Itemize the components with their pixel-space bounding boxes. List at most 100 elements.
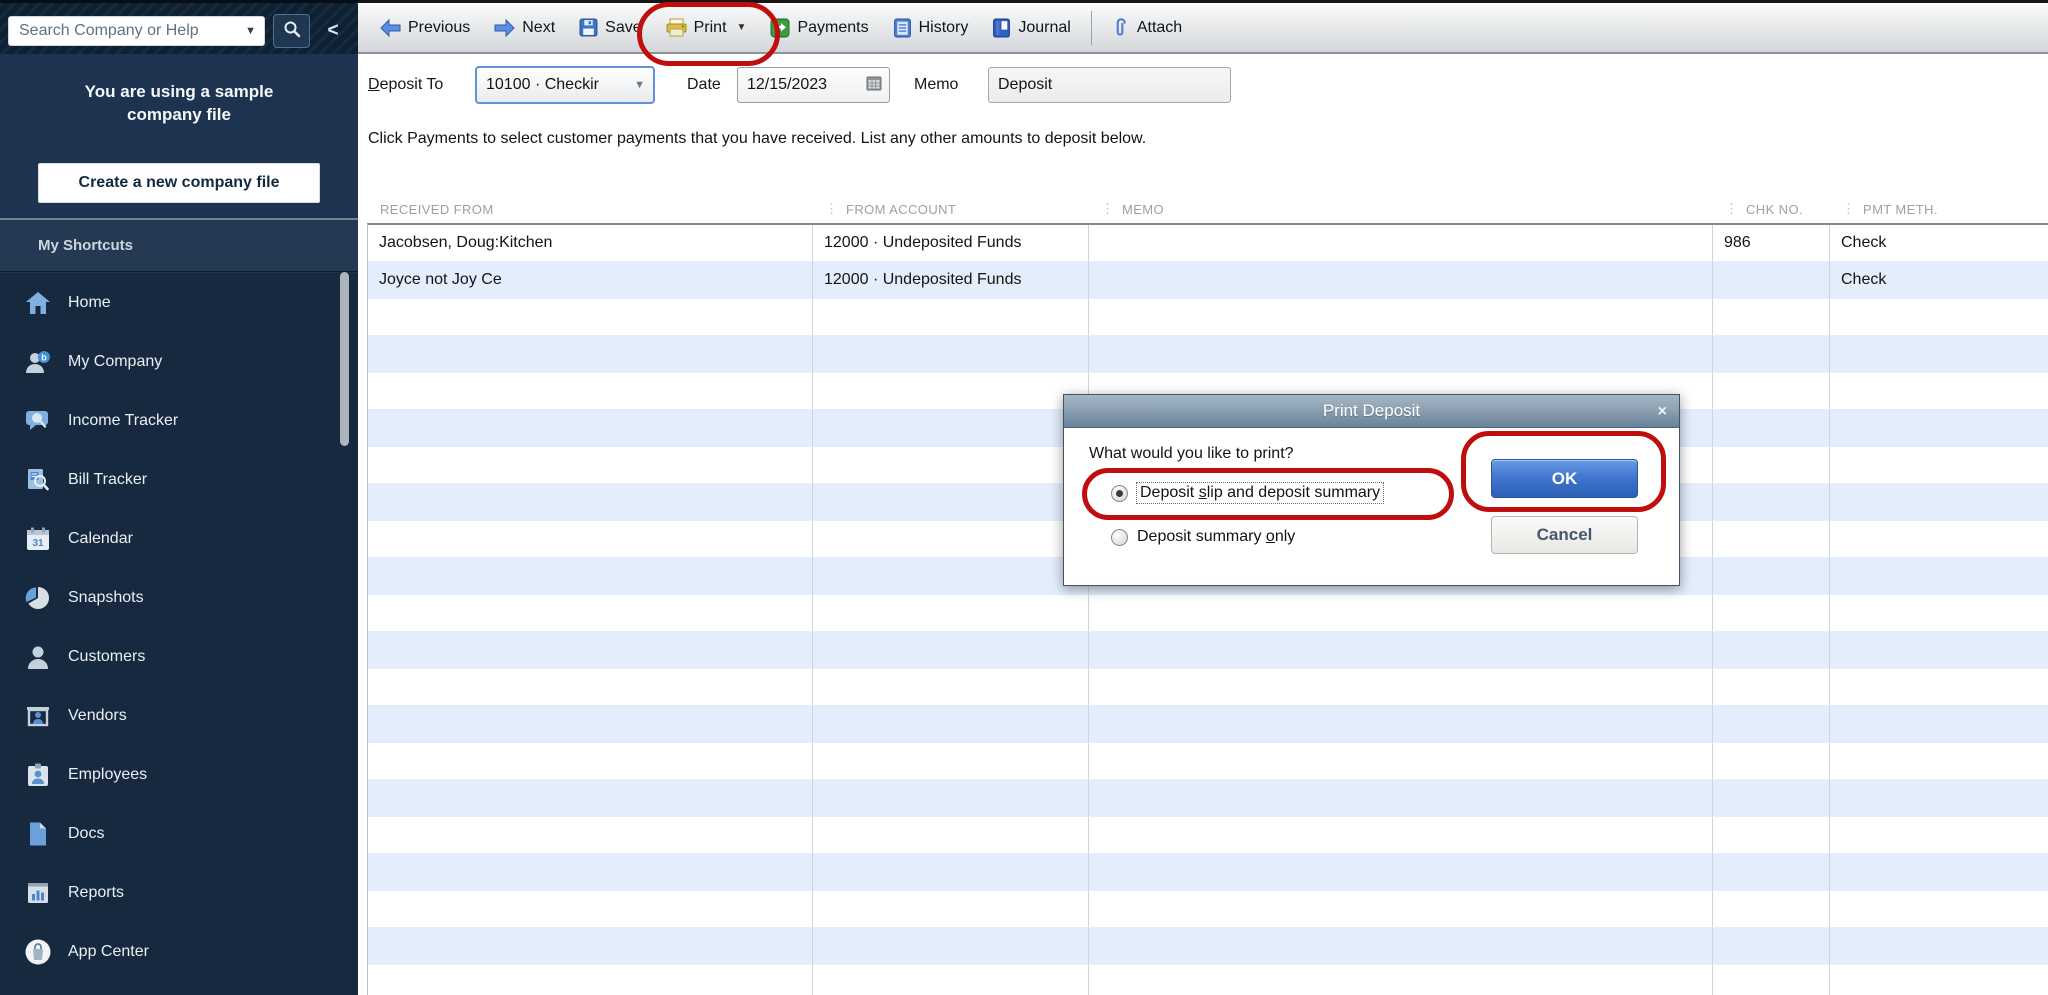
cell-memo[interactable] [1089,595,1713,632]
cell-chk_no[interactable] [1713,854,1830,891]
cell-received_from[interactable] [368,632,813,669]
cell-from_account[interactable] [813,891,1089,928]
column-header-from_account[interactable]: ⋮FROM ACCOUNT [812,195,1088,223]
cancel-button[interactable]: Cancel [1491,516,1638,554]
sidebar-scrollbar-thumb[interactable] [340,272,349,446]
cell-received_from[interactable] [368,410,813,447]
cell-chk_no[interactable] [1713,891,1830,928]
date-field[interactable]: 12/15/2023 [737,67,890,103]
cell-chk_no[interactable] [1713,373,1830,410]
cell-chk_no[interactable] [1713,928,1830,965]
table-row[interactable] [368,595,2048,632]
cell-from_account[interactable] [813,558,1089,595]
calendar-picker-icon[interactable] [866,75,882,96]
cell-received_from[interactable] [368,336,813,373]
toolbar-journal-button[interactable]: Journal [980,12,1082,44]
cell-received_from[interactable] [368,669,813,706]
cell-from_account[interactable] [813,965,1089,995]
cell-pmt_meth[interactable] [1830,595,2048,632]
cell-chk_no[interactable] [1713,595,1830,632]
sidebar-item-customers[interactable]: Customers [0,627,358,686]
sidebar-item-bill-tracker[interactable]: Bill Tracker [0,450,358,509]
sidebar-item-income-tracker[interactable]: Income Tracker [0,391,358,450]
cell-from_account[interactable] [813,743,1089,780]
cell-memo[interactable] [1089,817,1713,854]
radio-option-deposit-summary-only[interactable]: Deposit summary only [1111,528,1295,546]
cell-received_from[interactable] [368,817,813,854]
table-row[interactable] [368,928,2048,965]
cell-pmt_meth[interactable] [1830,780,2048,817]
cell-received_from[interactable] [368,891,813,928]
cell-pmt_meth[interactable] [1830,632,2048,669]
cell-received_from[interactable] [368,595,813,632]
cell-memo[interactable] [1089,854,1713,891]
table-row[interactable] [368,706,2048,743]
sidebar-item-reports[interactable]: Reports [0,863,358,922]
cell-received_from[interactable] [368,484,813,521]
toolbar-save-button[interactable]: Save [567,12,653,43]
toolbar-history-button[interactable]: History [881,12,981,44]
cell-memo[interactable] [1089,225,1713,262]
cell-from_account[interactable] [813,706,1089,743]
sidebar-item-app-center[interactable]: App Center [0,922,358,981]
search-dropdown-caret-icon[interactable]: ▼ [245,25,256,37]
cell-from_account[interactable] [813,410,1089,447]
column-header-chk_no[interactable]: ⋮CHK NO. [1712,195,1829,223]
cell-pmt_meth[interactable] [1830,965,2048,995]
cell-from_account[interactable] [813,632,1089,669]
create-company-file-button[interactable]: Create a new company file [38,163,320,203]
cell-from_account[interactable] [813,928,1089,965]
table-row[interactable] [368,299,2048,336]
cell-pmt_meth[interactable] [1830,521,2048,558]
cell-chk_no[interactable] [1713,632,1830,669]
cell-received_from[interactable] [368,780,813,817]
table-row[interactable] [368,669,2048,706]
cell-memo[interactable] [1089,632,1713,669]
cell-from_account[interactable] [813,373,1089,410]
radio-button-selected[interactable] [1111,485,1128,502]
cell-pmt_meth[interactable] [1830,558,2048,595]
table-row[interactable] [368,817,2048,854]
cell-pmt_meth[interactable] [1830,706,2048,743]
sidebar-item-snapshots[interactable]: Snapshots [0,568,358,627]
cell-from_account[interactable] [813,780,1089,817]
toolbar-previous-button[interactable]: Previous [368,13,482,43]
cell-pmt_meth[interactable] [1830,854,2048,891]
cell-memo[interactable] [1089,891,1713,928]
toolbar-next-button[interactable]: Next [482,13,567,43]
cell-from_account[interactable] [813,595,1089,632]
cell-pmt_meth[interactable] [1830,373,2048,410]
search-button[interactable] [273,14,310,48]
cell-pmt_meth[interactable] [1830,743,2048,780]
cell-pmt_meth[interactable] [1830,484,2048,521]
cell-memo[interactable] [1089,669,1713,706]
cell-from_account[interactable]: 12000 · Undeposited Funds [813,262,1089,299]
cell-received_from[interactable] [368,558,813,595]
cell-chk_no[interactable]: 986 [1713,225,1830,262]
radio-button[interactable] [1111,529,1128,546]
toolbar-print-button[interactable]: Print▼ [654,12,759,43]
cell-chk_no[interactable] [1713,336,1830,373]
sidebar-item-vendors[interactable]: Vendors [0,686,358,745]
cell-received_from[interactable] [368,928,813,965]
cell-chk_no[interactable] [1713,410,1830,447]
sidebar-item-docs[interactable]: Docs [0,804,358,863]
cell-chk_no[interactable] [1713,965,1830,995]
cell-chk_no[interactable] [1713,262,1830,299]
cell-pmt_meth[interactable] [1830,817,2048,854]
table-row[interactable] [368,854,2048,891]
cell-memo[interactable] [1089,706,1713,743]
cell-chk_no[interactable] [1713,558,1830,595]
table-row[interactable] [368,780,2048,817]
cell-received_from[interactable]: Joyce not Joy Ce [368,262,813,299]
cell-from_account[interactable] [813,669,1089,706]
sidebar-item-calendar[interactable]: 31Calendar [0,509,358,568]
cell-received_from[interactable] [368,706,813,743]
cell-chk_no[interactable] [1713,817,1830,854]
cell-from_account[interactable] [813,854,1089,891]
ok-button[interactable]: OK [1491,459,1638,498]
cell-received_from[interactable] [368,743,813,780]
print-dropdown-caret-icon[interactable]: ▼ [737,22,747,33]
cell-from_account[interactable]: 12000 · Undeposited Funds [813,225,1089,262]
cell-received_from[interactable] [368,447,813,484]
